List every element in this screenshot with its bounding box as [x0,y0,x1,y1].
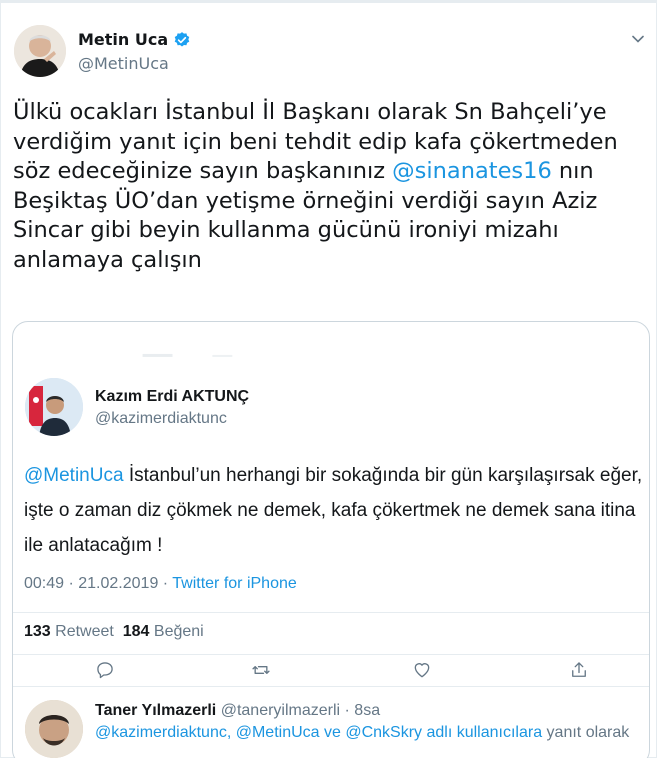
retweet-label: Retweet [55,623,114,640]
author-avatar[interactable] [14,25,66,77]
quoted-mention: @MetinUca [24,465,124,486]
retweet-count: 133 [24,623,51,640]
reply-icon [97,662,113,679]
mention-link[interactable]: @sinanates16 [392,158,552,184]
retweet-icon [252,666,270,674]
author-name-text[interactable]: Metin Uca [78,30,168,49]
reply-author: Taner Yılmazerli @taneryilmazerli · 8sa [95,702,380,720]
divider [13,686,649,687]
quoted-tweet-text: @MetinUca İstanbul’un herhangi bir sokağ… [24,458,644,563]
quoted-timestamp: 00:49 · 21.02.2019 · Twitter for iPhone [24,575,297,593]
reply-author-avatar [25,700,83,758]
tweet-text: Ülkü ocakları İstanbul İl Başkanı olarak… [13,98,638,275]
quoted-author-handle: @kazimerdiaktunc [95,410,227,427]
divider [13,612,649,613]
quoted-author-avatar [25,378,83,436]
author-handle[interactable]: @MetinUca [78,54,169,73]
share-icon [572,662,586,677]
quoted-source: Twitter for iPhone [172,575,297,592]
like-count: 184 [122,623,150,640]
quoted-stats: 133 Retweet 184 Beğeni [24,623,204,641]
reply-author-name: Taner Yılmazerli [95,702,217,719]
like-icon [414,663,430,678]
quoted-time: 00:49 · 21.02.2019 · [24,575,173,592]
reply-suffix: yanıt olarak [542,724,630,741]
like-label: Beğeni [153,623,204,640]
divider [13,654,649,655]
chevron-down-icon[interactable] [631,32,645,46]
reply-handle-time: @taneryilmazerli · 8sa [220,702,381,719]
verified-badge-icon [174,31,190,47]
quoted-author-name: Kazım Erdi AKTUNÇ [95,388,250,405]
reply-context: @kazimerdiaktunc, @MetinUca ve @CnkSkry … [95,724,629,742]
embedded-image-card[interactable]: Kazım Erdi AKTUNÇ @kazimerdiaktunc @Meti… [12,321,650,758]
author-name[interactable]: Metin Uca [78,30,191,49]
blurred-top-strip [142,353,233,357]
reply-mentions: @kazimerdiaktunc, @MetinUca ve @CnkSkry … [95,724,543,741]
